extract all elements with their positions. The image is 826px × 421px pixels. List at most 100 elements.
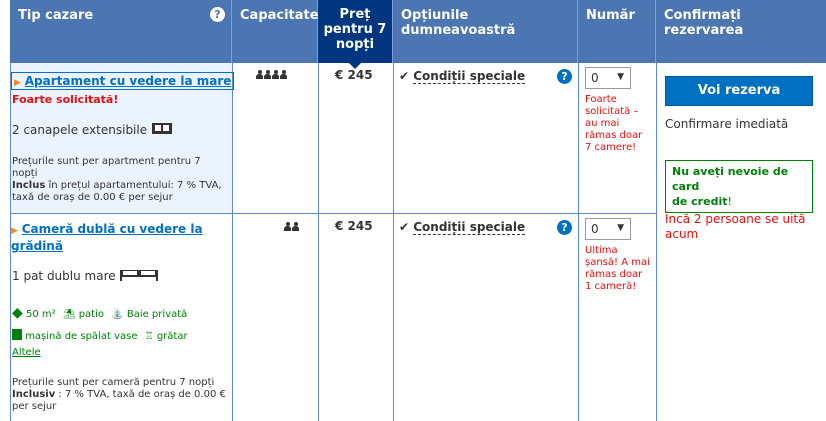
room-1-badge: Foarte solicitată! <box>12 93 119 106</box>
room-1-title[interactable]: ▶ Apartament cu vedere la mare <box>11 72 235 90</box>
room-2-included-l2: per sejur <box>12 401 57 412</box>
no-card-l2: de credit <box>672 195 728 208</box>
room-2-name-link[interactable]: Cameră dublă cu vedere la <box>22 222 203 236</box>
room-2-availability: Ultima șansă! A mai rămas doar 1 cameră! <box>585 245 650 293</box>
checkmark-icon: ✔ <box>399 220 410 234</box>
room-2-condition[interactable]: ✔ Condiții speciale <box>399 220 526 235</box>
room-1-included-l2: taxă de oraș de 0.00 € per sejur <box>12 192 173 203</box>
room-1-included-rest: în prețul apartamentului: 7 % TVA, <box>45 180 222 191</box>
room-1-bed: 2 canapele extensibile <box>12 122 173 137</box>
room-1-price-info-l1: Prețurile sunt per apartment pentru 7 <box>12 156 201 167</box>
header-type-label: Tip cazare <box>18 8 94 23</box>
room-2-qty-select[interactable]: 0 ▼ <box>585 218 631 240</box>
people-watching: Încă 2 persoane se uită acum <box>665 212 806 242</box>
header-options: Opțiunile dumneavoastră <box>393 0 578 63</box>
room-1-included-bold: Inclus <box>12 180 46 191</box>
row-divider <box>10 213 656 214</box>
room-1-note-l3: au mai <box>585 118 620 129</box>
more-facilities-link[interactable]: Altele <box>12 347 41 358</box>
watching-l1: Încă 2 persoane se uită <box>665 212 806 226</box>
room-2-facilities: ◆ 50 m² ⛱ patio ⛲ Baie privată mașină de… <box>12 302 188 348</box>
grid-line <box>656 63 657 421</box>
header-price-l1: Preț <box>339 7 371 22</box>
room-1-note-l5: 7 camere! <box>585 142 637 153</box>
room-2-note-l1: Ultima <box>585 245 618 256</box>
room-2-note-l2: șansă! A mai <box>585 257 650 268</box>
expand-arrow-icon: ▶ <box>11 226 18 236</box>
header-confirm-label: Confirmați rezervarea <box>664 8 744 38</box>
room-1-capacity <box>256 68 288 82</box>
watching-l2: acum <box>665 227 699 241</box>
person-icon <box>264 70 271 79</box>
facility-bath: Baie privată <box>126 309 188 320</box>
header-capacity-label: Capacitate <box>240 8 319 23</box>
room-1-availability: Foarte solicitată – au mai rămas doar 7 … <box>585 94 642 154</box>
header-number-label: Număr <box>586 8 635 23</box>
header-price-l3: nopți <box>335 37 375 52</box>
room-1-qty-select[interactable]: 0 ▼ <box>585 67 631 89</box>
room-2-note-l3: rămas doar <box>585 269 643 280</box>
header-capacity: Capacitate <box>232 0 319 63</box>
no-credit-card-box: Nu aveți nevoie de card de credit! <box>665 160 813 213</box>
room-2-qty-value: 0 <box>591 222 599 236</box>
room-size-icon: ◆ <box>12 305 23 321</box>
grid-line <box>578 63 579 421</box>
header-price-l2: pentru 7 <box>323 22 387 37</box>
person-icon <box>280 70 287 79</box>
room-1-qty-value: 0 <box>591 71 599 85</box>
dropdown-arrow-icon: ▼ <box>617 223 624 233</box>
room-1-price-info: Prețurile sunt per apartment pentru 7 no… <box>12 156 227 204</box>
room-2-capacity <box>284 220 300 234</box>
room-1-note-l1: Foarte <box>585 94 617 105</box>
room-2-price-info: Prețurile sunt per cameră pentru 7 nopți… <box>12 377 227 413</box>
room-2-bed-label: 1 pat dublu mare <box>12 269 116 283</box>
room-1-name-link[interactable]: Apartament cu vedere la mare <box>25 74 232 88</box>
person-icon <box>292 222 299 231</box>
facility-dishwasher: mașină de spălat vase <box>25 331 138 342</box>
room-2-price: € 245 <box>335 219 373 233</box>
info-icon[interactable]: ? <box>557 69 572 84</box>
grid-line <box>393 63 394 421</box>
room-1-note-l2: solicitată – <box>585 106 639 117</box>
room-2-name-link-l2[interactable]: grădină <box>11 239 63 253</box>
reserve-button[interactable]: Voi rezerva <box>665 76 813 106</box>
patio-icon: ⛱ <box>62 309 76 320</box>
room-2-title[interactable]: ▶ Cameră dublă cu vedere la grădină <box>11 222 203 254</box>
room-2-included-bold: Inclusiv <box>12 389 56 400</box>
room-2-included-rest: : 7 % TVA, taxă de oraș de 0.00 € <box>55 389 226 400</box>
room-1-note-l4: rămas doar <box>585 130 643 141</box>
header-price: Preț pentru 7 nopți <box>318 0 393 63</box>
double-bed-icon <box>120 270 159 281</box>
room-2-included: Inclusiv : 7 % TVA, taxă de oraș de 0.00… <box>12 389 227 401</box>
room-2-bed: 1 pat dublu mare <box>12 268 159 283</box>
facility-size: 50 m² <box>25 309 56 320</box>
header-number: Număr <box>578 0 656 63</box>
facility-patio: patio <box>78 309 104 320</box>
room-1-price-info-l2: nopți <box>12 168 38 179</box>
header-type: Tip cazare ? <box>10 0 232 63</box>
checkmark-icon: ✔ <box>399 69 410 83</box>
dropdown-arrow-icon: ▼ <box>617 72 624 82</box>
room-1-price: € 245 <box>335 68 373 82</box>
grid-line <box>318 63 319 421</box>
grid-line <box>232 63 233 421</box>
room-2-condition-label[interactable]: Condiții speciale <box>413 220 526 235</box>
room-2-price-info-l1: Prețurile sunt per cameră pentru 7 nopți <box>12 377 215 388</box>
info-icon[interactable]: ? <box>557 220 572 235</box>
bath-icon: ⛲ <box>111 309 124 320</box>
room-2-note-l4: 1 cameră! <box>585 281 637 292</box>
room-1-bed-label: 2 canapele extensibile <box>12 123 148 137</box>
help-icon[interactable]: ? <box>210 7 225 22</box>
header-confirm: Confirmați rezervarea <box>656 0 826 63</box>
room-1-included: Inclus în prețul apartamentului: 7 % TVA… <box>12 180 227 192</box>
room-1-condition[interactable]: ✔ Condiții speciale <box>399 69 526 84</box>
header-options-label: Opțiunile dumneavoastră <box>401 8 516 38</box>
dishwasher-icon <box>12 329 22 340</box>
sofa-bed-icon <box>151 123 172 134</box>
room-1-condition-label[interactable]: Condiții speciale <box>413 69 526 84</box>
instant-confirmation: Confirmare imediată <box>665 117 789 131</box>
facility-grill: grătar <box>156 331 188 342</box>
no-card-excl: ! <box>727 195 732 208</box>
no-card-l1: Nu aveți nevoie de card <box>672 165 789 193</box>
person-icon <box>256 70 263 79</box>
